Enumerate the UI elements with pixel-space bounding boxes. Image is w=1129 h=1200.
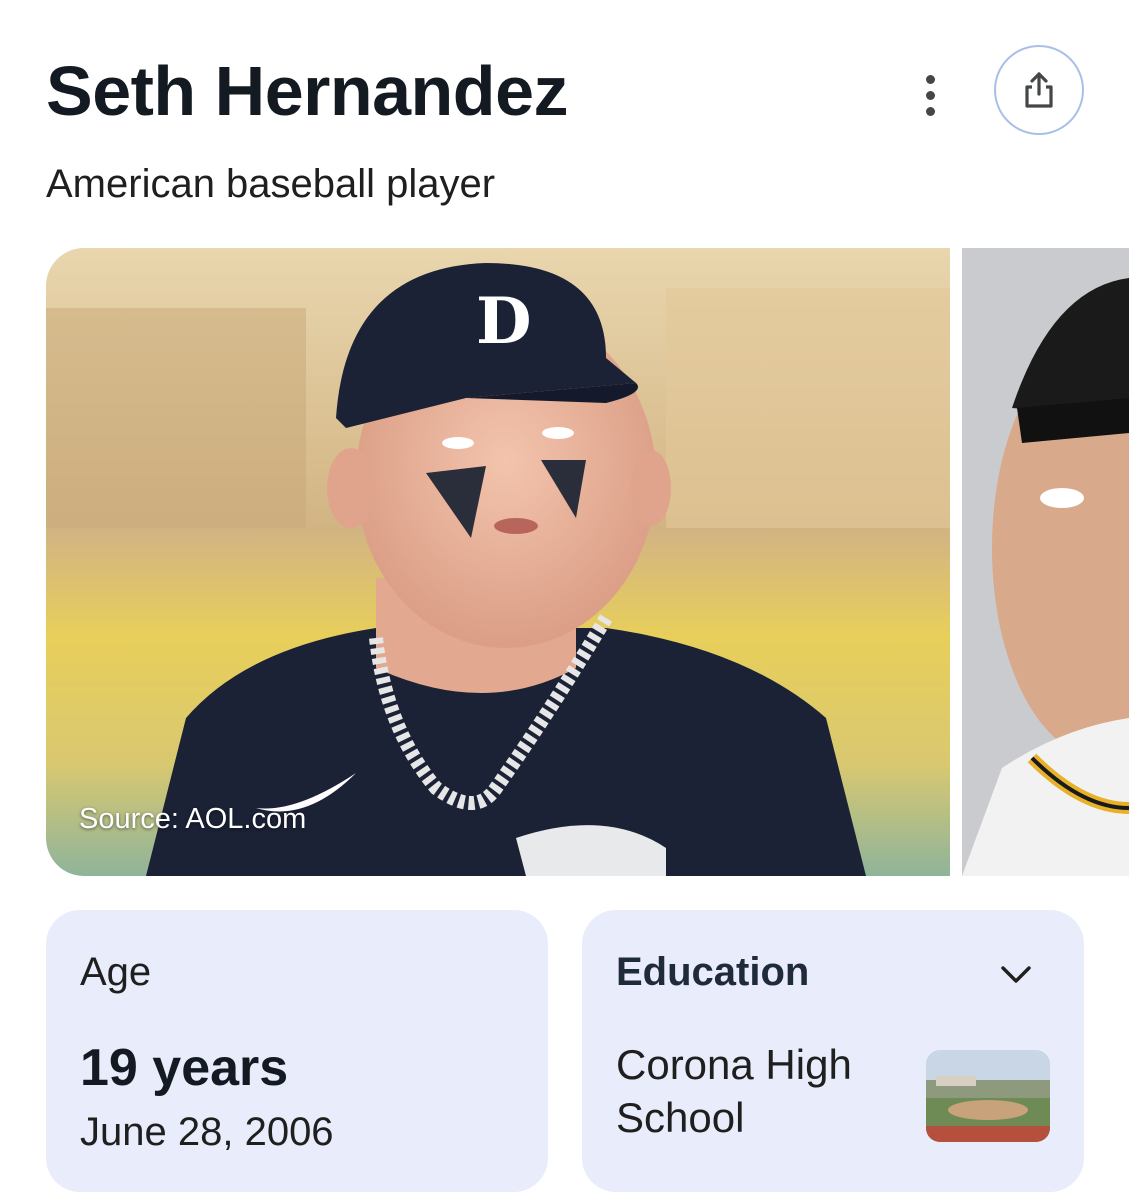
age-card: Age 19 years June 28, 2006 bbox=[46, 910, 548, 1192]
age-label: Age bbox=[80, 950, 152, 994]
education-value: Corona High School bbox=[616, 1041, 852, 1141]
share-icon bbox=[1025, 72, 1053, 108]
education-label: Education bbox=[616, 950, 810, 994]
birth-date: June 28, 2006 bbox=[80, 1110, 334, 1154]
age-value: 19 years bbox=[80, 1039, 289, 1097]
entity-subtitle: American baseball player bbox=[46, 162, 496, 206]
education-card[interactable]: Education Corona High School bbox=[582, 910, 1084, 1192]
page-title: Seth Hernandez bbox=[46, 52, 569, 130]
svg-text:D: D bbox=[476, 284, 532, 359]
image-carousel[interactable]: D Source: AOL.com bbox=[46, 248, 1129, 876]
share-button[interactable] bbox=[994, 45, 1084, 135]
more-vert-icon bbox=[925, 74, 935, 84]
player-photo-second[interactable] bbox=[962, 248, 1129, 876]
chevron-down-icon[interactable] bbox=[998, 962, 1034, 988]
image-source-label: Source: AOL.com bbox=[79, 803, 307, 835]
player-photo-main[interactable]: D Source: AOL.com bbox=[46, 248, 950, 876]
more-options-button[interactable] bbox=[905, 70, 955, 120]
knowledge-panel: Seth Hernandez American baseball player bbox=[0, 0, 1129, 1200]
school-thumbnail[interactable] bbox=[926, 1050, 1050, 1142]
player-photo-second-image bbox=[962, 248, 1129, 876]
player-photo-image: D bbox=[46, 248, 950, 876]
